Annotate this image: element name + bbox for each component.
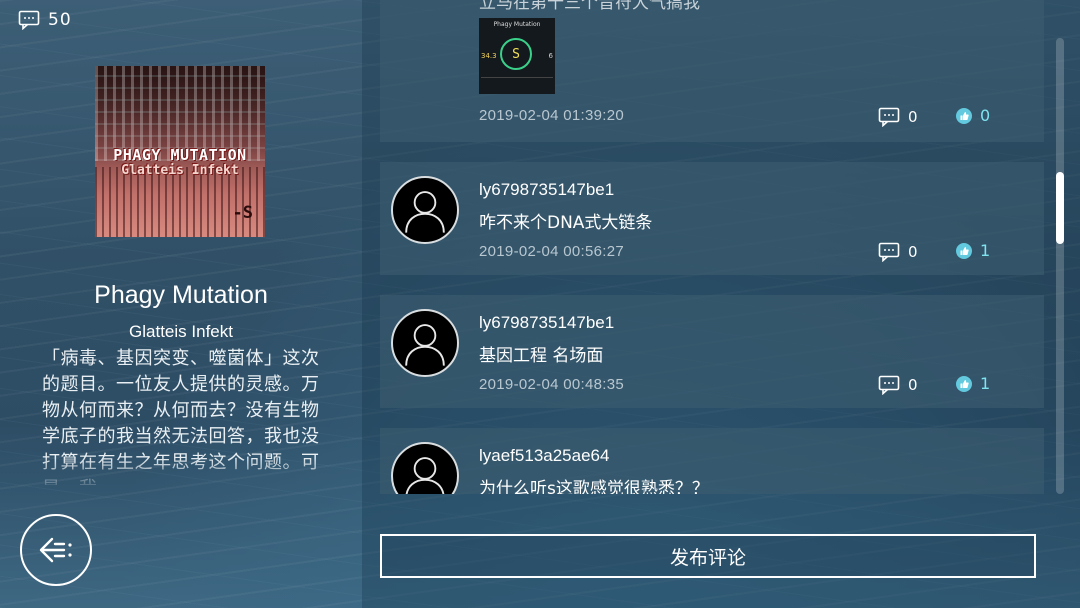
comment-time: 2019-02-04 00:48:35 bbox=[479, 376, 624, 393]
comment-time: 2019-02-04 00:56:27 bbox=[479, 243, 624, 260]
comment-image[interactable]: Phagy Mutation S 34.3 6 bbox=[479, 18, 555, 94]
comment-text: 基因工程 名场面 bbox=[479, 346, 604, 366]
reply-button[interactable]: 0 bbox=[878, 107, 918, 127]
comment-icon bbox=[878, 242, 900, 262]
reply-button[interactable]: 0 bbox=[878, 242, 918, 262]
comment-icon bbox=[878, 375, 900, 395]
song-description[interactable]: 「病毒、基因突变、噬菌体」这次的题目。一位友人提供的灵感。万物从何而来？从何而去… bbox=[42, 346, 322, 485]
comment-card: lyaef513a25ae64 为什么听s这歌感觉很熟悉？？ bbox=[380, 428, 1044, 494]
comment-card: 立马在第十三个音符大气搞我 Phagy Mutation S 34.3 6 20… bbox=[380, 0, 1044, 142]
comment-icon bbox=[878, 107, 900, 127]
scrollbar-thumb[interactable] bbox=[1056, 172, 1064, 244]
like-button[interactable]: 1 bbox=[956, 241, 990, 260]
comment-count: 50 bbox=[18, 10, 72, 30]
comment-card: ly6798735147be1 基因工程 名场面 2019-02-04 00:4… bbox=[380, 295, 1044, 408]
comment-card: ly6798735147be1 咋不来个DNA式大链条 2019-02-04 0… bbox=[380, 162, 1044, 275]
back-arrow-icon bbox=[39, 537, 72, 563]
comment-icon bbox=[18, 10, 40, 30]
username[interactable]: ly6798735147be1 bbox=[479, 313, 614, 333]
song-artist: Glatteis Infekt bbox=[129, 322, 233, 341]
song-info-panel: 50 PHAGY MUTATION Glatteis Infekt -S Pha… bbox=[0, 0, 362, 608]
like-button[interactable]: 1 bbox=[956, 374, 990, 393]
song-title: Phagy Mutation bbox=[94, 281, 268, 309]
username[interactable]: lyaef513a25ae64 bbox=[479, 446, 609, 466]
user-avatar-icon[interactable] bbox=[391, 442, 459, 494]
thumbs-up-icon bbox=[956, 242, 972, 259]
comment-list[interactable]: 立马在第十三个音符大气搞我 Phagy Mutation S 34.3 6 20… bbox=[362, 0, 1080, 494]
comment-count-value: 50 bbox=[48, 10, 72, 30]
cover-artist: Glatteis Infekt bbox=[121, 163, 239, 178]
album-cover: PHAGY MUTATION Glatteis Infekt -S bbox=[95, 66, 265, 237]
comment-text: 咋不来个DNA式大链条 bbox=[479, 213, 653, 233]
cover-mark: -S bbox=[232, 203, 253, 223]
thumbs-up-icon bbox=[956, 375, 972, 392]
user-avatar-icon[interactable] bbox=[391, 309, 459, 377]
back-button[interactable] bbox=[20, 514, 92, 586]
scrollbar[interactable] bbox=[1056, 38, 1064, 494]
comment-text: 为什么听s这歌感觉很熟悉？？ bbox=[479, 479, 709, 494]
comment-text: 立马在第十三个音符大气搞我 bbox=[479, 0, 700, 13]
username[interactable]: ly6798735147be1 bbox=[479, 180, 614, 200]
user-avatar-icon[interactable] bbox=[391, 176, 459, 244]
reply-button[interactable]: 0 bbox=[878, 375, 918, 395]
thumbs-up-icon bbox=[956, 107, 972, 124]
post-comment-button[interactable]: 发布评论 bbox=[380, 534, 1036, 578]
like-button[interactable]: 0 bbox=[956, 106, 990, 125]
comment-time: 2019-02-04 01:39:20 bbox=[479, 107, 624, 124]
cover-title: PHAGY MUTATION bbox=[113, 146, 247, 164]
